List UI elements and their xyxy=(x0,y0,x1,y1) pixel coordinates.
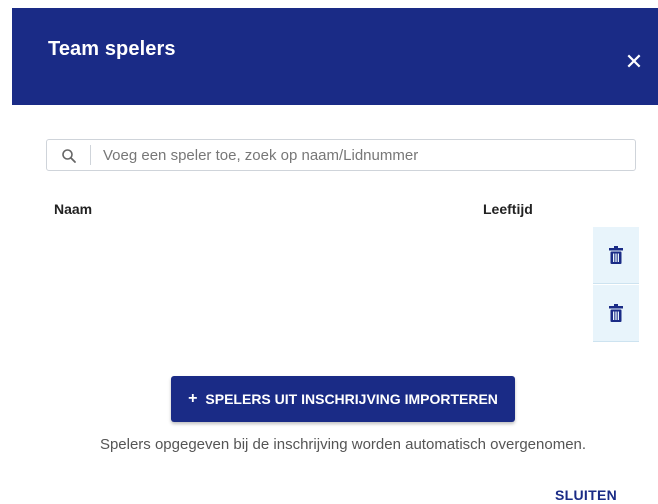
import-players-label: SPELERS UIT INSCHRIJVING IMPORTEREN xyxy=(205,391,498,407)
info-text: Spelers opgegeven bij de inschrijving wo… xyxy=(99,436,587,453)
import-players-button[interactable]: + SPELERS UIT INSCHRIJVING IMPORTEREN xyxy=(171,376,515,422)
delete-row-button[interactable] xyxy=(593,227,639,284)
search-input[interactable] xyxy=(103,141,623,169)
plus-icon: + xyxy=(188,390,198,407)
search-divider xyxy=(90,145,91,165)
dialog-title: Team spelers xyxy=(48,38,176,60)
close-icon[interactable]: ✕ xyxy=(624,51,644,73)
trash-icon xyxy=(609,304,623,322)
dialog-header: Team spelers ✕ xyxy=(12,8,658,105)
delete-row-button[interactable] xyxy=(593,285,639,342)
search-icon xyxy=(62,149,76,163)
column-header-age: Leeftijd xyxy=(483,201,533,217)
search-field[interactable] xyxy=(46,139,636,171)
column-header-name: Naam xyxy=(54,201,93,217)
trash-icon xyxy=(609,246,623,264)
close-button[interactable]: SLUITEN xyxy=(555,487,617,503)
